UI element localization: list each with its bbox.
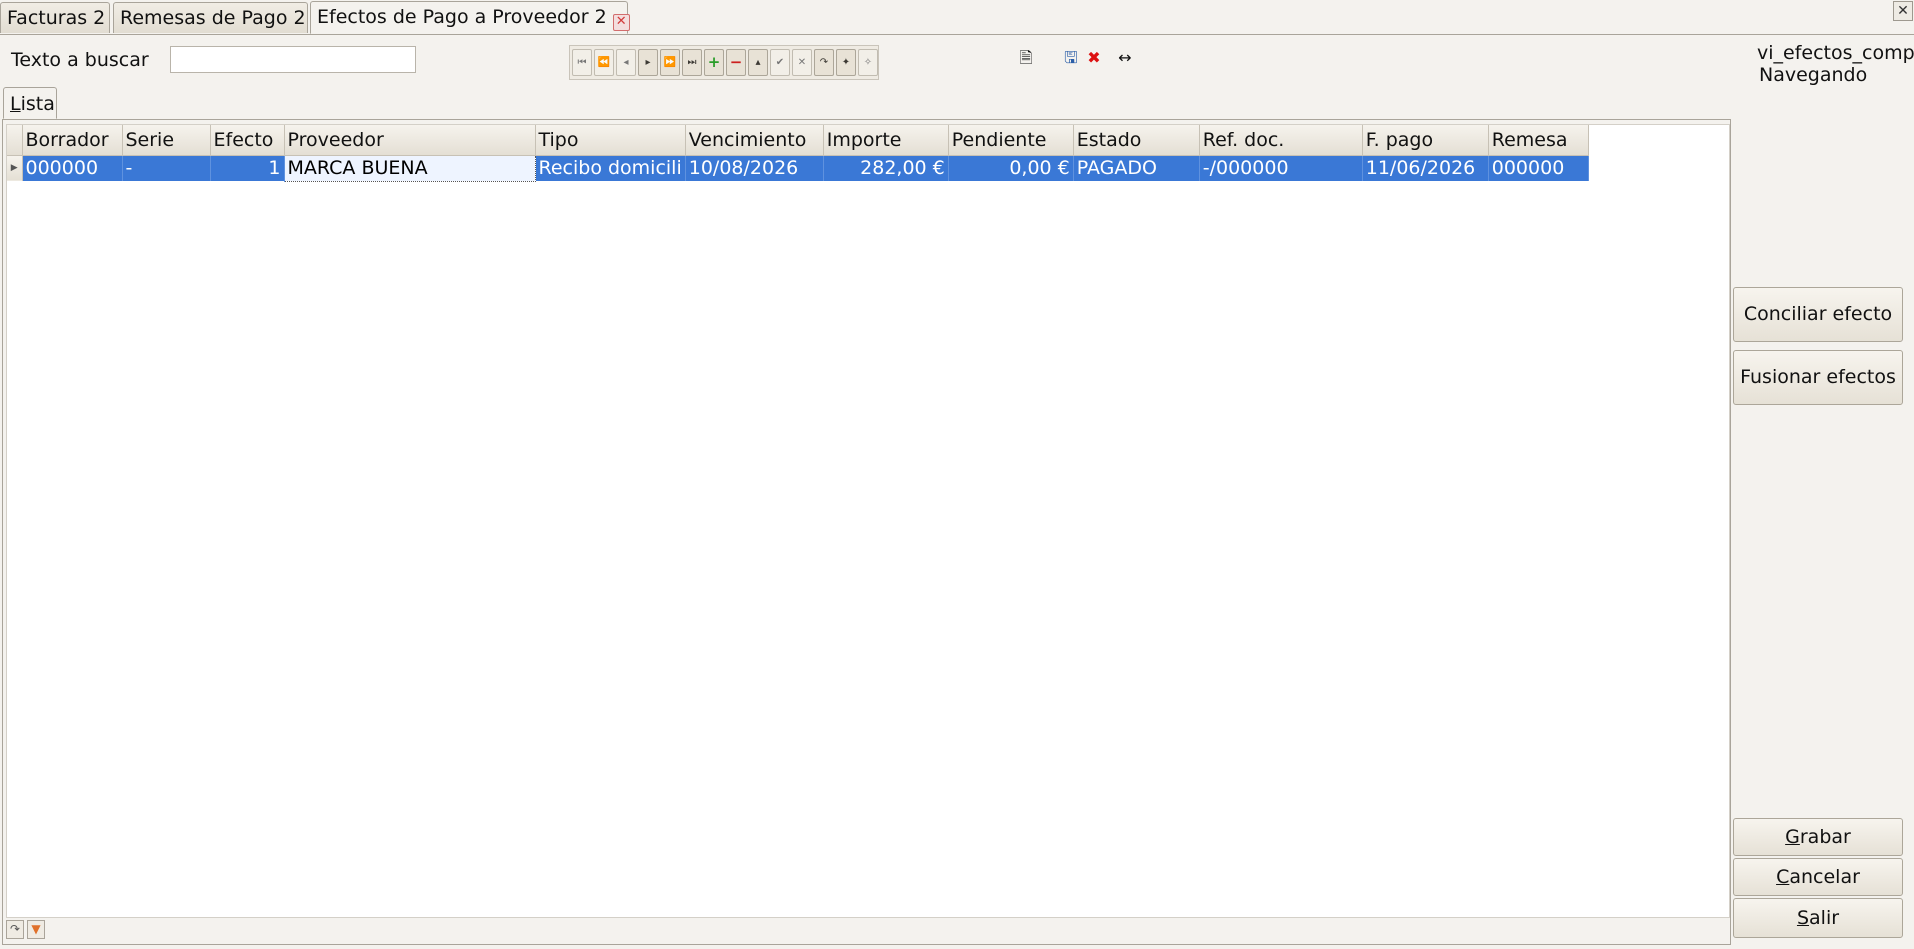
tab-label: ista xyxy=(20,93,55,115)
cell-estado[interactable]: PAGADO xyxy=(1073,155,1200,181)
refresh-grid-icon[interactable]: ↷ xyxy=(6,920,24,939)
salir-button[interactable]: Salir xyxy=(1733,898,1903,938)
fusionar-efectos-button[interactable]: Fusionar efectos xyxy=(1733,350,1903,405)
filter-icon[interactable]: ▼ xyxy=(27,920,45,939)
column-header[interactable]: Proveedor xyxy=(284,125,536,156)
clear-filter-icon[interactable]: ✖ xyxy=(1083,47,1105,69)
add-record-icon[interactable]: + xyxy=(704,49,724,76)
corner-cell xyxy=(7,125,23,156)
last-record-icon[interactable]: ⏭ xyxy=(682,49,702,76)
cell-remesa[interactable]: 000000 xyxy=(1488,155,1589,181)
tab-label: Facturas 2 xyxy=(7,7,106,29)
column-header[interactable]: Tipo xyxy=(535,125,686,156)
column-header[interactable]: Importe xyxy=(823,125,949,156)
header-row: Borrador Serie Efecto Proveedor Tipo Ven… xyxy=(7,125,1589,156)
duplicate-record-icon[interactable]: ✧ xyxy=(858,49,878,76)
tab-mnemonic: L xyxy=(10,93,21,115)
table-row[interactable]: ▶ 000000 - 1 MARCA BUENA Recibo domicili… xyxy=(7,154,1589,182)
tab-label: Efectos de Pago a Proveedor 2 xyxy=(317,6,607,28)
tab-remesas-de-pago[interactable]: Remesas de Pago 2 xyxy=(113,2,308,33)
conciliar-efecto-button[interactable]: Conciliar efecto xyxy=(1733,287,1903,342)
window-close-button[interactable]: ✕ xyxy=(1893,1,1913,21)
tab-label: Remesas de Pago 2 xyxy=(120,7,306,29)
document-tab-bar: Facturas 2 Remesas de Pago 2 Efectos de … xyxy=(0,0,1914,35)
edit-record-icon[interactable]: ▴ xyxy=(748,49,768,76)
cancelar-button[interactable]: Cancelar xyxy=(1733,858,1903,896)
grabar-button[interactable]: Grabar xyxy=(1733,818,1903,856)
column-header[interactable]: Remesa xyxy=(1488,125,1589,156)
previous-page-icon[interactable]: ⏪ xyxy=(594,49,614,76)
column-header[interactable]: Estado xyxy=(1073,125,1200,156)
cancel-edit-icon[interactable]: ✕ xyxy=(792,49,812,76)
button-label: alir xyxy=(1809,907,1840,929)
cell-f-pago[interactable]: 11/06/2026 xyxy=(1362,155,1489,181)
copy-record-icon[interactable]: ✦ xyxy=(836,49,856,76)
status-panel: vi_efectos_comp Navegando xyxy=(1757,42,1914,86)
resize-columns-icon[interactable]: ↔ xyxy=(1114,47,1136,69)
cell-pendiente[interactable]: 0,00 € xyxy=(948,155,1074,181)
tab-lista[interactable]: Lista xyxy=(3,87,57,119)
search-input[interactable] xyxy=(170,46,416,73)
records-table: Borrador Serie Efecto Proveedor Tipo Ven… xyxy=(7,125,1589,182)
button-mnemonic: C xyxy=(1776,866,1790,888)
cell-importe[interactable]: 282,00 € xyxy=(823,155,949,181)
export-icon[interactable]: 🗎 xyxy=(1015,47,1037,69)
cell-efecto[interactable]: 1 xyxy=(210,155,285,181)
column-header[interactable]: Borrador xyxy=(22,125,123,156)
next-record-icon[interactable]: ▸ xyxy=(638,49,658,76)
cell-proveedor[interactable]: MARCA BUENA xyxy=(283,154,536,182)
previous-record-icon[interactable]: ◂ xyxy=(616,49,636,76)
column-header[interactable]: Vencimiento xyxy=(685,125,824,156)
row-indicator-icon[interactable]: ▶ xyxy=(7,155,23,181)
first-record-icon[interactable]: ⏮ xyxy=(572,49,592,76)
cell-borrador[interactable]: 000000 xyxy=(22,155,123,181)
refresh-icon[interactable]: ↷ xyxy=(814,49,834,76)
search-label: Texto a buscar xyxy=(11,49,149,71)
accept-icon[interactable]: ✔ xyxy=(770,49,790,76)
column-header[interactable]: Ref. doc. xyxy=(1199,125,1363,156)
table-name: vi_efectos_comp xyxy=(1757,42,1914,64)
save-filter-icon[interactable]: 🖫 xyxy=(1060,47,1082,69)
list-panel: Borrador Serie Efecto Proveedor Tipo Ven… xyxy=(2,119,1731,945)
cell-ref-doc[interactable]: -/000000 xyxy=(1199,155,1363,181)
tab-facturas[interactable]: Facturas 2 xyxy=(0,2,110,33)
delete-record-icon[interactable]: − xyxy=(726,49,746,76)
button-label: rabar xyxy=(1799,826,1851,848)
column-header[interactable]: Serie xyxy=(122,125,211,156)
cell-tipo[interactable]: Recibo domicili xyxy=(535,155,686,181)
mode-indicator: Navegando xyxy=(1759,64,1868,86)
next-page-icon[interactable]: ⏩ xyxy=(660,49,680,76)
button-mnemonic: G xyxy=(1785,826,1800,848)
tab-efectos-de-pago[interactable]: Efectos de Pago a Proveedor 2 ✕ xyxy=(310,1,630,34)
column-header[interactable]: Efecto xyxy=(210,125,285,156)
column-header[interactable]: Pendiente xyxy=(948,125,1074,156)
cell-vencimiento[interactable]: 10/08/2026 xyxy=(685,155,824,181)
button-mnemonic: S xyxy=(1796,907,1810,929)
close-icon[interactable]: ✕ xyxy=(612,14,630,31)
column-header[interactable]: F. pago xyxy=(1362,125,1489,156)
navigation-toolbar: ⏮ ⏪ ◂ ▸ ⏩ ⏭ + − ▴ ✔ ✕ ↷ ✦ ✧ xyxy=(569,45,879,80)
records-grid[interactable]: Borrador Serie Efecto Proveedor Tipo Ven… xyxy=(6,124,1730,918)
cell-serie[interactable]: - xyxy=(122,155,211,181)
button-label: ancelar xyxy=(1789,866,1860,888)
